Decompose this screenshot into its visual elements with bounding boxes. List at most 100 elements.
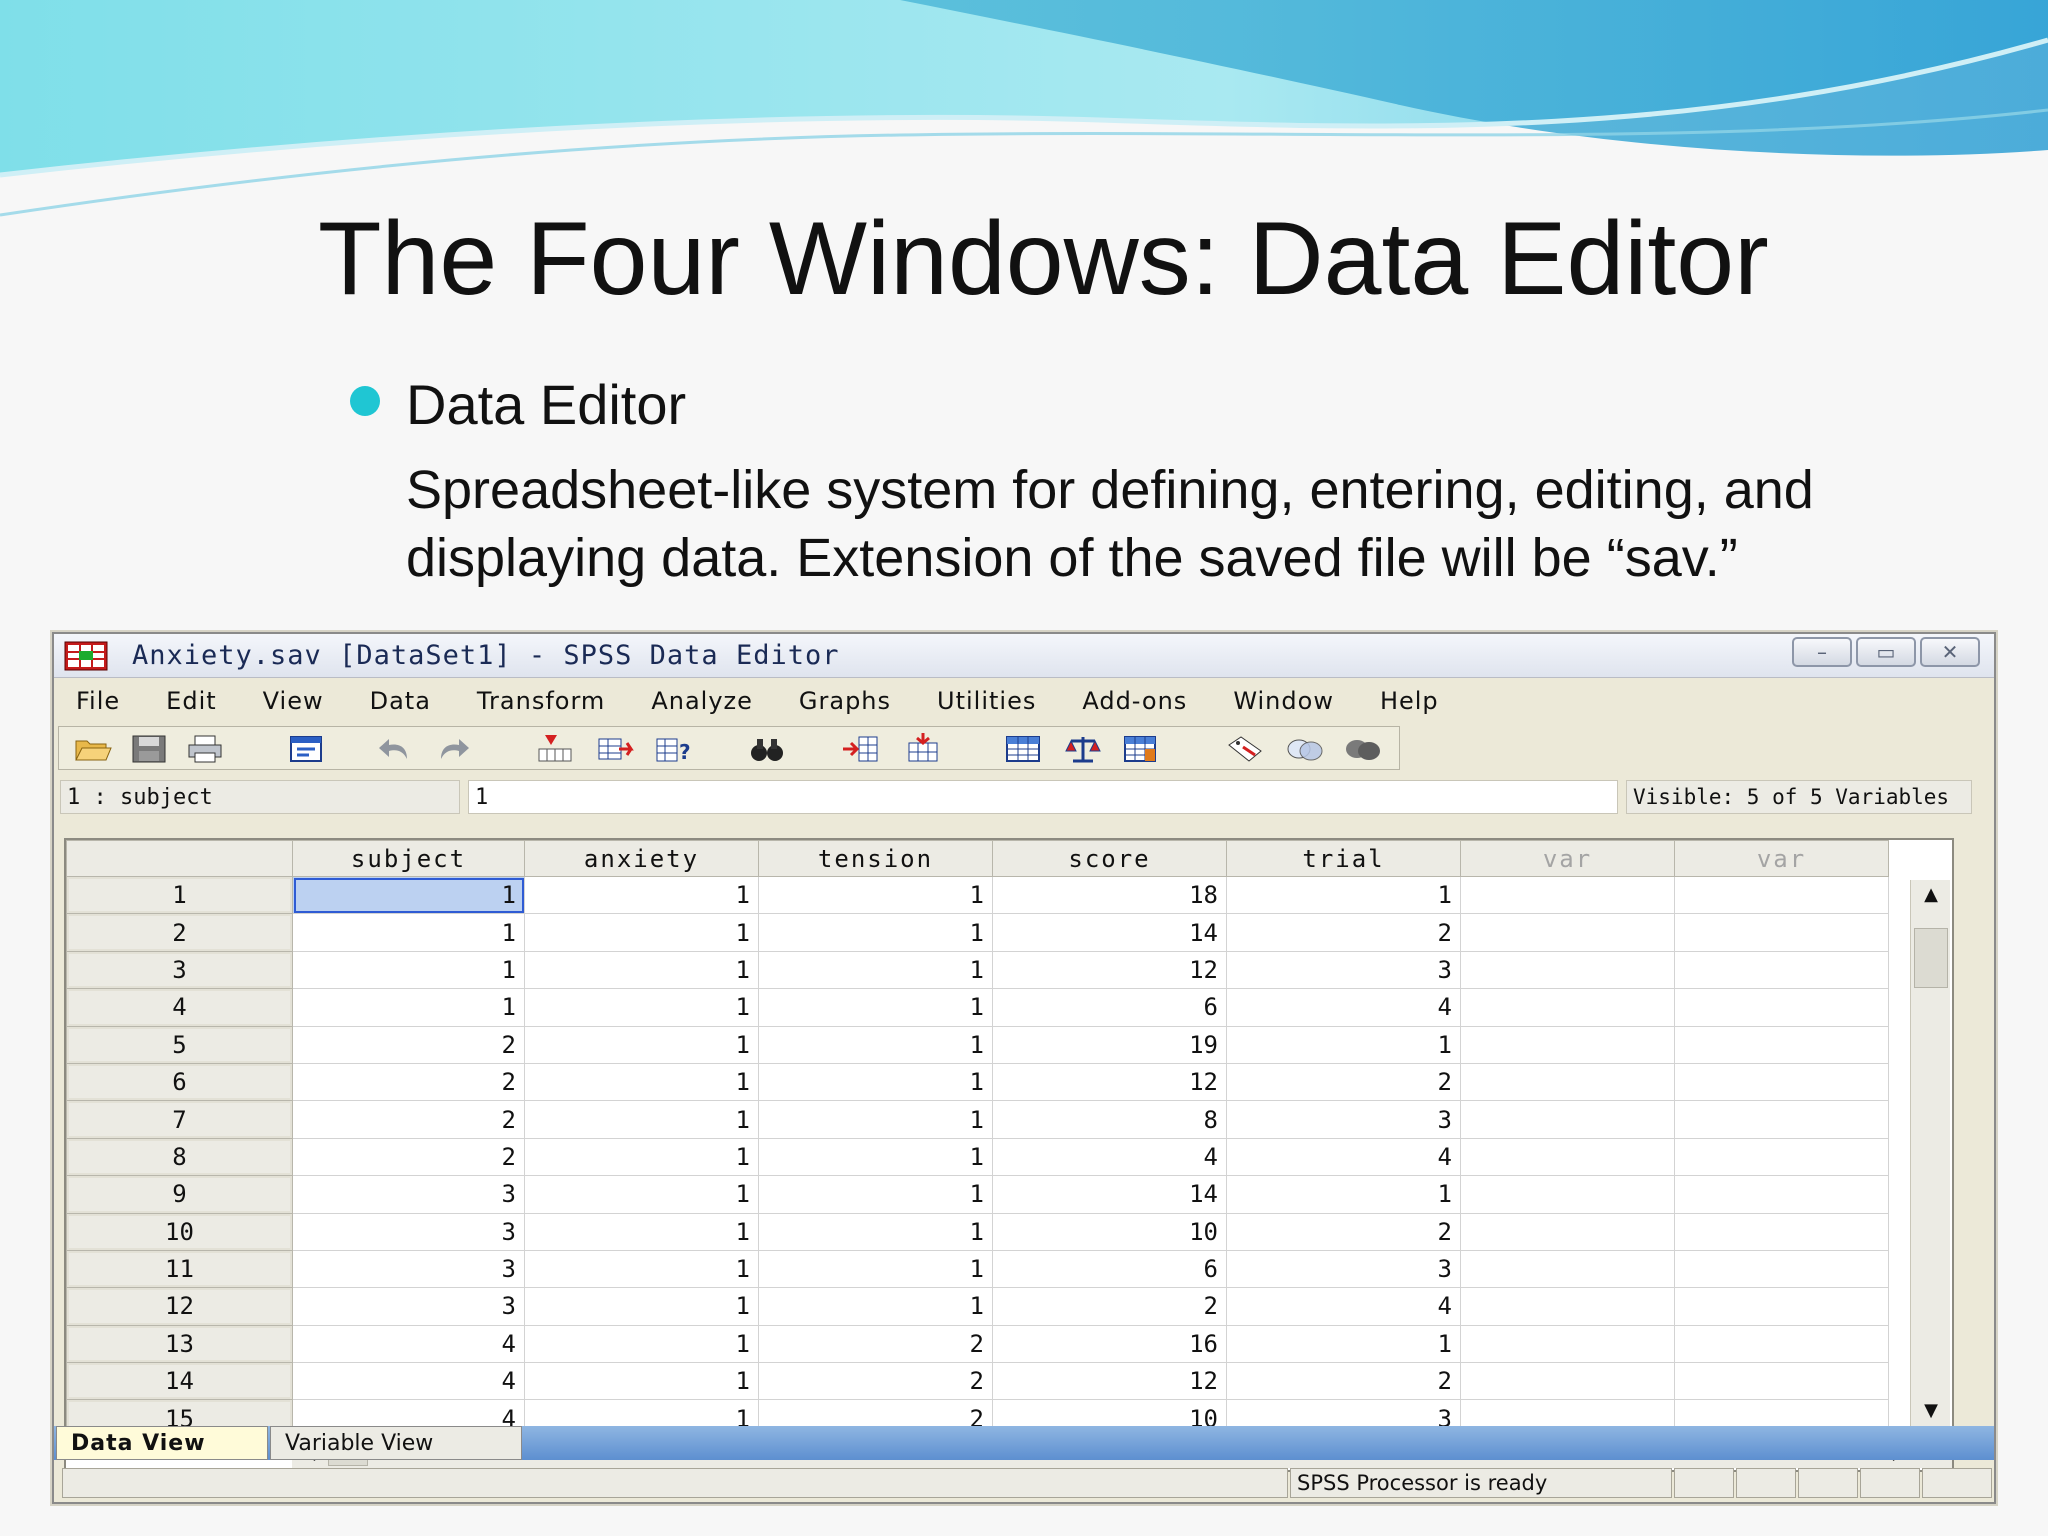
data-cell-anxiety[interactable]: 1 [524,1249,759,1289]
data-cell-anxiety[interactable]: 1 [524,1062,759,1102]
data-cell-empty[interactable] [1460,950,1675,990]
vertical-scrollbar[interactable]: ▲ ▼ [1910,880,1950,1426]
vertical-scroll-thumb[interactable] [1914,928,1948,988]
data-cell-empty[interactable] [1674,1287,1889,1326]
data-cell-empty[interactable] [1674,913,1889,952]
data-cell-trial[interactable]: 3 [1226,1249,1461,1289]
data-cell-subject[interactable]: 1 [292,913,525,952]
row-number[interactable]: 7 [66,1100,293,1139]
data-cell-score[interactable]: 14 [992,1175,1227,1214]
data-cell-subject[interactable]: 3 [292,1175,525,1214]
column-header-var[interactable]: var [1674,840,1889,877]
column-header-var[interactable]: var [1460,840,1675,877]
data-cell-anxiety[interactable]: 1 [524,875,759,915]
data-cell-empty[interactable] [1674,1212,1889,1251]
data-cell-anxiety[interactable]: 1 [524,913,759,952]
menu-transform[interactable]: Transform [477,687,605,715]
save-icon[interactable] [129,733,169,765]
data-cell-empty[interactable] [1674,950,1889,990]
menu-add-ons[interactable]: Add-ons [1082,687,1187,715]
data-cell-empty[interactable] [1460,1100,1675,1139]
data-cell-score[interactable]: 14 [992,913,1227,952]
data-cell-subject[interactable]: 1 [292,988,525,1027]
column-header-trial[interactable]: trial [1226,840,1461,877]
data-cell-empty[interactable] [1674,1362,1889,1401]
data-cell-empty[interactable] [1674,1324,1889,1364]
data-cell-empty[interactable] [1460,1287,1675,1326]
data-cell-tension[interactable]: 1 [758,1249,993,1289]
value-labels-icon[interactable] [1225,733,1265,765]
data-cell-trial[interactable]: 4 [1226,988,1461,1027]
menu-window[interactable]: Window [1233,687,1334,715]
goto-case-icon[interactable] [535,733,575,765]
scroll-up-icon[interactable]: ▲ [1911,880,1951,910]
data-cell-anxiety[interactable]: 1 [524,1287,759,1326]
data-cell-score[interactable]: 6 [992,988,1227,1027]
row-number[interactable]: 13 [66,1324,293,1364]
data-cell-anxiety[interactable]: 1 [524,950,759,990]
data-cell-tension[interactable]: 1 [758,875,993,915]
data-cell-empty[interactable] [1460,1212,1675,1251]
column-header-anxiety[interactable]: anxiety [524,840,759,877]
data-cell-subject[interactable]: 3 [292,1212,525,1251]
menu-help[interactable]: Help [1380,687,1439,715]
row-number[interactable]: 5 [66,1025,293,1064]
select-cases-icon[interactable] [1121,733,1161,765]
data-cell-anxiety[interactable]: 1 [524,1362,759,1401]
row-number[interactable]: 9 [66,1175,293,1214]
insert-case-icon[interactable] [841,733,881,765]
row-number[interactable]: 11 [66,1249,293,1289]
data-cell-trial[interactable]: 1 [1226,875,1461,915]
data-cell-score[interactable]: 12 [992,1062,1227,1102]
goto-variable-icon[interactable] [595,733,635,765]
data-cell-anxiety[interactable]: 1 [524,1212,759,1251]
data-cell-empty[interactable] [1460,1025,1675,1064]
row-number[interactable]: 1 [66,875,293,915]
data-cell-empty[interactable] [1460,1324,1675,1364]
data-cell-empty[interactable] [1674,1249,1889,1289]
data-cell-empty[interactable] [1460,1175,1675,1214]
data-cell-score[interactable]: 6 [992,1249,1227,1289]
insert-variable-icon[interactable] [903,733,943,765]
row-number[interactable]: 3 [66,950,293,990]
data-cell-anxiety[interactable]: 1 [524,1100,759,1139]
minimize-button[interactable]: – [1792,637,1852,667]
data-cell-trial[interactable]: 1 [1226,1324,1461,1364]
tab-variable-view[interactable]: Variable View [270,1426,522,1460]
data-cell-anxiety[interactable]: 1 [524,1025,759,1064]
data-cell-trial[interactable]: 2 [1226,1062,1461,1102]
menu-file[interactable]: File [76,687,120,715]
find-icon[interactable] [747,733,787,765]
variable-info-icon[interactable]: ? [653,733,693,765]
data-cell-tension[interactable]: 2 [758,1324,993,1364]
data-cell-trial[interactable]: 1 [1226,1025,1461,1064]
column-header-tension[interactable]: tension [758,840,993,877]
row-number[interactable]: 14 [66,1362,293,1401]
data-cell-tension[interactable]: 1 [758,1062,993,1102]
undo-icon[interactable] [377,733,417,765]
menu-edit[interactable]: Edit [166,687,216,715]
data-cell-subject[interactable]: 3 [292,1287,525,1326]
menu-data[interactable]: Data [370,687,431,715]
menu-analyze[interactable]: Analyze [651,687,753,715]
dialog-recall-icon[interactable] [287,733,327,765]
data-cell-empty[interactable] [1674,875,1889,915]
column-header-score[interactable]: score [992,840,1227,877]
close-button[interactable]: ✕ [1920,637,1980,667]
menu-utilities[interactable]: Utilities [937,687,1036,715]
data-cell-anxiety[interactable]: 1 [524,988,759,1027]
data-cell-tension[interactable]: 1 [758,1100,993,1139]
data-cell-score[interactable]: 2 [992,1287,1227,1326]
data-cell-trial[interactable]: 2 [1226,1362,1461,1401]
data-cell-subject[interactable]: 4 [292,1324,525,1364]
data-cell-score[interactable]: 18 [992,875,1227,915]
data-cell-empty[interactable] [1674,988,1889,1027]
data-cell-tension[interactable]: 1 [758,988,993,1027]
data-cell-subject[interactable]: 2 [292,1025,525,1064]
use-sets-icon[interactable] [1285,733,1325,765]
data-cell-subject[interactable]: 1 [292,875,525,915]
data-cell-empty[interactable] [1674,1062,1889,1102]
data-cell-subject[interactable]: 1 [292,950,525,990]
print-icon[interactable] [185,733,225,765]
open-icon[interactable] [73,733,113,765]
